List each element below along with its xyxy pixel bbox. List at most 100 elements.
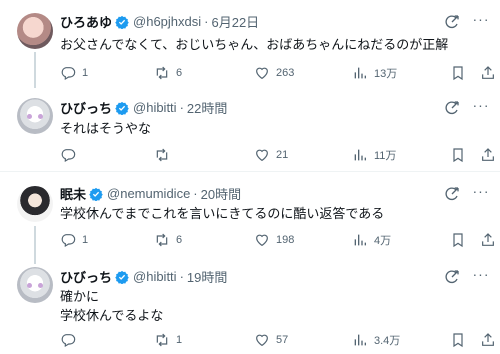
verified-badge-icon bbox=[115, 15, 129, 29]
tweet-text-line: お父さんでなくて、おじいちゃん、おばあちゃんにねだるのが正解 bbox=[60, 37, 449, 52]
display-name[interactable]: ひびっち bbox=[60, 98, 112, 117]
bookmark-icon bbox=[453, 66, 463, 81]
tweet-header: ひびっち @hibitti · 19時間 bbox=[60, 267, 227, 286]
bookmark-button[interactable] bbox=[450, 64, 472, 82]
verified-badge-icon bbox=[115, 101, 129, 115]
like-count: 21 bbox=[276, 149, 289, 161]
handle[interactable]: @hibitti bbox=[133, 269, 177, 284]
share-button[interactable] bbox=[480, 231, 500, 249]
heart-icon bbox=[256, 334, 268, 347]
timestamp[interactable]: 20時間 bbox=[201, 184, 241, 203]
reply-count: 1 bbox=[82, 234, 89, 246]
grok-icon[interactable] bbox=[444, 14, 460, 30]
retweet-icon bbox=[156, 66, 168, 80]
tweet-text-line: それはそうやな bbox=[60, 121, 152, 136]
tweet-text: 確かに 学校休んでるよな bbox=[60, 287, 163, 325]
tweet-text-line: 学校休んでまでこれを言いにきてるのに酷い返答である bbox=[60, 206, 385, 221]
timestamp[interactable]: 6月22日 bbox=[211, 12, 259, 31]
retweet-button[interactable]: 6 bbox=[154, 231, 182, 249]
retweet-count: 6 bbox=[176, 234, 183, 246]
tweet-header: ひびっち @hibitti · 22時間 bbox=[60, 98, 227, 117]
views-icon bbox=[354, 67, 366, 79]
verified-badge-icon bbox=[115, 270, 129, 284]
bookmark-button[interactable] bbox=[450, 231, 472, 249]
retweet-button[interactable]: 1 bbox=[154, 331, 182, 349]
reply-icon bbox=[61, 334, 76, 348]
timestamp[interactable]: 19時間 bbox=[187, 267, 227, 286]
like-button[interactable]: 21 bbox=[254, 146, 288, 164]
views-button[interactable]: 11万 bbox=[352, 146, 396, 164]
tweet-text: それはそうやな bbox=[60, 119, 151, 138]
handle[interactable]: @nemumidice bbox=[107, 186, 190, 201]
retweet-button[interactable] bbox=[154, 146, 176, 164]
avatar[interactable] bbox=[17, 267, 53, 303]
more-icon[interactable]: ··· bbox=[472, 267, 490, 285]
tweet-header: ひろあゆ @h6pjhxdsi · 6月22日 bbox=[60, 12, 259, 31]
like-button[interactable]: 263 bbox=[254, 64, 294, 82]
retweet-icon bbox=[156, 333, 168, 347]
tweet-text: 学校休んでまでこれを言いにきてるのに酷い返答である bbox=[60, 204, 384, 223]
heart-icon bbox=[256, 67, 268, 80]
retweet-button[interactable]: 6 bbox=[154, 64, 182, 82]
view-count: 3.4万 bbox=[374, 335, 401, 347]
tweet-actions: 21 11万 bbox=[60, 146, 494, 164]
heart-icon bbox=[256, 234, 268, 247]
separator: · bbox=[193, 186, 198, 201]
retweet-icon bbox=[156, 148, 168, 162]
share-button[interactable] bbox=[480, 331, 500, 349]
more-icon[interactable]: ··· bbox=[472, 12, 490, 30]
reply-button[interactable] bbox=[60, 146, 82, 164]
tweet[interactable]: ひびっち @hibitti · 19時間 ··· 確かに 学校休んでるよな 1 … bbox=[0, 263, 500, 354]
avatar[interactable] bbox=[17, 186, 53, 222]
more-icon[interactable]: ··· bbox=[472, 98, 490, 116]
tweet[interactable]: 眠未 @nemumidice · 20時間 ··· 学校休んでまでこれを言いにき… bbox=[0, 171, 500, 264]
thread-line bbox=[34, 226, 36, 264]
views-icon bbox=[354, 234, 366, 246]
bookmark-button[interactable] bbox=[450, 146, 472, 164]
handle[interactable]: @hibitti bbox=[133, 100, 177, 115]
reply-button[interactable]: 1 bbox=[60, 231, 88, 249]
display-name[interactable]: 眠未 bbox=[60, 184, 86, 203]
handle[interactable]: @h6pjhxdsi bbox=[133, 14, 201, 29]
view-count: 13万 bbox=[374, 68, 398, 80]
tweet-text-line: 確かに bbox=[60, 289, 100, 304]
share-button[interactable] bbox=[480, 64, 500, 82]
tweet-actions: 1 57 3.4万 bbox=[60, 331, 494, 349]
display-name[interactable]: ひろあゆ bbox=[60, 12, 112, 31]
share-button[interactable] bbox=[480, 146, 500, 164]
views-button[interactable]: 13万 bbox=[352, 64, 397, 82]
tweet-header: 眠未 @nemumidice · 20時間 bbox=[60, 184, 241, 203]
like-button[interactable]: 198 bbox=[254, 231, 294, 249]
grok-icon[interactable] bbox=[444, 269, 460, 285]
more-icon[interactable]: ··· bbox=[472, 184, 490, 202]
bookmark-button[interactable] bbox=[450, 331, 472, 349]
reply-icon bbox=[61, 234, 76, 248]
reply-button[interactable]: 1 bbox=[60, 64, 88, 82]
like-count: 57 bbox=[276, 334, 289, 346]
separator: · bbox=[179, 269, 184, 284]
bookmark-icon bbox=[453, 233, 463, 248]
avatar[interactable] bbox=[17, 98, 53, 134]
verified-badge-icon bbox=[89, 187, 103, 201]
separator: · bbox=[179, 100, 184, 115]
reply-count: 1 bbox=[82, 67, 89, 79]
tweet[interactable]: ひびっち @hibitti · 22時間 ··· それはそうやな 21 11万 bbox=[0, 88, 500, 171]
share-icon bbox=[482, 66, 494, 79]
views-button[interactable]: 4万 bbox=[352, 231, 391, 249]
separator: · bbox=[204, 14, 209, 29]
grok-icon[interactable] bbox=[444, 100, 460, 116]
views-icon bbox=[354, 149, 366, 161]
like-button[interactable]: 57 bbox=[254, 331, 288, 349]
tweet[interactable]: ひろあゆ @h6pjhxdsi · 6月22日 ··· お父さんでなくて、おじい… bbox=[0, 0, 500, 88]
like-count: 263 bbox=[276, 67, 295, 79]
share-icon bbox=[482, 333, 494, 346]
display-name[interactable]: ひびっち bbox=[60, 267, 112, 286]
timestamp[interactable]: 22時間 bbox=[187, 98, 227, 117]
avatar[interactable] bbox=[17, 13, 53, 49]
views-button[interactable]: 3.4万 bbox=[352, 331, 400, 349]
grok-icon[interactable] bbox=[444, 186, 460, 202]
retweet-count: 1 bbox=[176, 334, 183, 346]
bookmark-icon bbox=[453, 333, 463, 348]
thread-line bbox=[34, 52, 36, 88]
reply-button[interactable] bbox=[60, 331, 82, 349]
